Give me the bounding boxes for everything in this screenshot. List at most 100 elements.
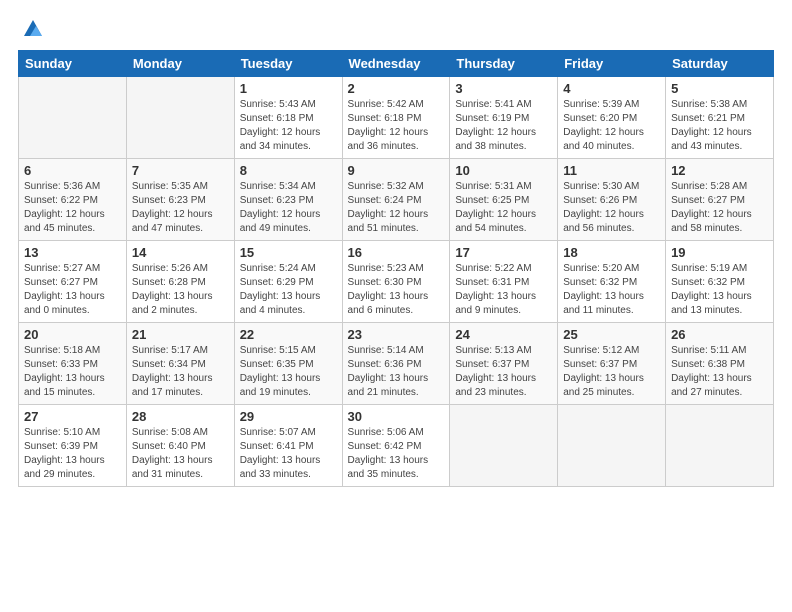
day-number: 13 [24,245,121,260]
day-number: 28 [132,409,229,424]
day-info: Sunrise: 5:35 AM Sunset: 6:23 PM Dayligh… [132,180,229,236]
day-info: Sunrise: 5:07 AM Sunset: 6:41 PM Dayligh… [240,426,337,482]
day-number: 30 [348,409,445,424]
calendar-week-row: 20 Sunrise: 5:18 AM Sunset: 6:33 PM Dayli… [19,323,774,405]
calendar-day-cell: 7 Sunrise: 5:35 AM Sunset: 6:23 PM Daylig… [126,159,234,241]
calendar-day-header: Tuesday [234,51,342,77]
day-number: 19 [671,245,768,260]
calendar-day-header: Sunday [19,51,127,77]
calendar-week-row: 6 Sunrise: 5:36 AM Sunset: 6:22 PM Daylig… [19,159,774,241]
calendar-day-cell: 28Sunrise: 5:08 AM Sunset: 6:40 PM Dayli… [126,405,234,487]
day-info: Sunrise: 5:24 AM Sunset: 6:29 PM Dayligh… [240,262,337,318]
calendar-week-row: 1 Sunrise: 5:43 AM Sunset: 6:18 PM Daylig… [19,77,774,159]
calendar-day-cell: 14 Sunrise: 5:26 AM Sunset: 6:28 PM Dayli… [126,241,234,323]
day-number: 24 [455,327,552,342]
day-number: 1 [240,81,337,96]
calendar-day-cell [126,77,234,159]
day-info: Sunrise: 5:38 AM Sunset: 6:21 PM Dayligh… [671,98,768,154]
calendar-day-cell: 8 Sunrise: 5:34 AM Sunset: 6:23 PM Daylig… [234,159,342,241]
day-info: Sunrise: 5:43 AM Sunset: 6:18 PM Dayligh… [240,98,337,154]
calendar-day-cell: 16Sunrise: 5:23 AM Sunset: 6:30 PM Dayli… [342,241,450,323]
calendar-day-header: Wednesday [342,51,450,77]
day-info: Sunrise: 5:30 AM Sunset: 6:26 PM Dayligh… [563,180,660,236]
calendar-day-cell: 24 Sunrise: 5:13 AM Sunset: 6:37 PM Dayli… [450,323,558,405]
day-number: 27 [24,409,121,424]
calendar-day-cell: 13 Sunrise: 5:27 AM Sunset: 6:27 PM Dayli… [19,241,127,323]
day-number: 12 [671,163,768,178]
day-number: 22 [240,327,337,342]
day-info: Sunrise: 5:42 AM Sunset: 6:18 PM Dayligh… [348,98,445,154]
day-info: Sunrise: 5:19 AM Sunset: 6:32 PM Dayligh… [671,262,768,318]
day-number: 7 [132,163,229,178]
day-info: Sunrise: 5:22 AM Sunset: 6:31 PM Dayligh… [455,262,552,318]
calendar-day-cell: 29 Sunrise: 5:07 AM Sunset: 6:41 PM Dayli… [234,405,342,487]
calendar-day-cell: 15 Sunrise: 5:24 AM Sunset: 6:29 PM Dayli… [234,241,342,323]
day-number: 10 [455,163,552,178]
day-info: Sunrise: 5:13 AM Sunset: 6:37 PM Dayligh… [455,344,552,400]
calendar-day-cell: 2 Sunrise: 5:42 AM Sunset: 6:18 PM Daylig… [342,77,450,159]
day-info: Sunrise: 5:06 AM Sunset: 6:42 PM Dayligh… [348,426,445,482]
day-number: 5 [671,81,768,96]
day-info: Sunrise: 5:31 AM Sunset: 6:25 PM Dayligh… [455,180,552,236]
day-info: Sunrise: 5:41 AM Sunset: 6:19 PM Dayligh… [455,98,552,154]
day-info: Sunrise: 5:39 AM Sunset: 6:20 PM Dayligh… [563,98,660,154]
calendar-day-cell: 25Sunrise: 5:12 AM Sunset: 6:37 PM Dayli… [558,323,666,405]
day-info: Sunrise: 5:14 AM Sunset: 6:36 PM Dayligh… [348,344,445,400]
day-info: Sunrise: 5:36 AM Sunset: 6:22 PM Dayligh… [24,180,121,236]
day-info: Sunrise: 5:20 AM Sunset: 6:32 PM Dayligh… [563,262,660,318]
calendar-day-cell: 6 Sunrise: 5:36 AM Sunset: 6:22 PM Daylig… [19,159,127,241]
day-number: 15 [240,245,337,260]
day-number: 21 [132,327,229,342]
day-number: 6 [24,163,121,178]
day-number: 2 [348,81,445,96]
header [18,18,774,40]
calendar-day-cell: 9 Sunrise: 5:32 AM Sunset: 6:24 PM Daylig… [342,159,450,241]
logo [18,18,44,40]
calendar-day-cell: 18 Sunrise: 5:20 AM Sunset: 6:32 PM Dayli… [558,241,666,323]
day-info: Sunrise: 5:23 AM Sunset: 6:30 PM Dayligh… [348,262,445,318]
day-number: 20 [24,327,121,342]
page: SundayMondayTuesdayWednesdayThursdayFrid… [0,0,792,612]
day-number: 8 [240,163,337,178]
calendar-day-header: Saturday [666,51,774,77]
day-number: 23 [348,327,445,342]
day-number: 26 [671,327,768,342]
calendar-day-cell: 19 Sunrise: 5:19 AM Sunset: 6:32 PM Dayli… [666,241,774,323]
day-info: Sunrise: 5:27 AM Sunset: 6:27 PM Dayligh… [24,262,121,318]
day-info: Sunrise: 5:18 AM Sunset: 6:33 PM Dayligh… [24,344,121,400]
calendar-day-cell: 4Sunrise: 5:39 AM Sunset: 6:20 PM Daylig… [558,77,666,159]
calendar-day-cell: 1 Sunrise: 5:43 AM Sunset: 6:18 PM Daylig… [234,77,342,159]
day-number: 11 [563,163,660,178]
calendar-day-header: Thursday [450,51,558,77]
day-number: 17 [455,245,552,260]
day-info: Sunrise: 5:32 AM Sunset: 6:24 PM Dayligh… [348,180,445,236]
day-info: Sunrise: 5:17 AM Sunset: 6:34 PM Dayligh… [132,344,229,400]
calendar-day-cell: 21 Sunrise: 5:17 AM Sunset: 6:34 PM Dayli… [126,323,234,405]
day-info: Sunrise: 5:34 AM Sunset: 6:23 PM Dayligh… [240,180,337,236]
day-info: Sunrise: 5:15 AM Sunset: 6:35 PM Dayligh… [240,344,337,400]
day-number: 9 [348,163,445,178]
day-info: Sunrise: 5:28 AM Sunset: 6:27 PM Dayligh… [671,180,768,236]
calendar-day-cell: 22 Sunrise: 5:15 AM Sunset: 6:35 PM Dayli… [234,323,342,405]
calendar-day-cell: 10 Sunrise: 5:31 AM Sunset: 6:25 PM Dayli… [450,159,558,241]
calendar-day-cell: 30 Sunrise: 5:06 AM Sunset: 6:42 PM Dayli… [342,405,450,487]
day-number: 18 [563,245,660,260]
calendar-table: SundayMondayTuesdayWednesdayThursdayFrid… [18,50,774,487]
logo-icon [22,18,44,40]
calendar-day-cell: 26 Sunrise: 5:11 AM Sunset: 6:38 PM Dayli… [666,323,774,405]
calendar-day-cell: 27Sunrise: 5:10 AM Sunset: 6:39 PM Dayli… [19,405,127,487]
calendar-day-cell: 11 Sunrise: 5:30 AM Sunset: 6:26 PM Dayli… [558,159,666,241]
calendar-day-cell: 5 Sunrise: 5:38 AM Sunset: 6:21 PM Daylig… [666,77,774,159]
day-number: 3 [455,81,552,96]
day-number: 14 [132,245,229,260]
day-number: 25 [563,327,660,342]
calendar-day-cell: 3 Sunrise: 5:41 AM Sunset: 6:19 PM Daylig… [450,77,558,159]
calendar-week-row: 13 Sunrise: 5:27 AM Sunset: 6:27 PM Dayli… [19,241,774,323]
day-info: Sunrise: 5:11 AM Sunset: 6:38 PM Dayligh… [671,344,768,400]
calendar-day-cell: 20 Sunrise: 5:18 AM Sunset: 6:33 PM Dayli… [19,323,127,405]
day-info: Sunrise: 5:26 AM Sunset: 6:28 PM Dayligh… [132,262,229,318]
calendar-day-header: Monday [126,51,234,77]
calendar-day-cell: 17 Sunrise: 5:22 AM Sunset: 6:31 PM Dayli… [450,241,558,323]
calendar-day-header: Friday [558,51,666,77]
day-number: 29 [240,409,337,424]
